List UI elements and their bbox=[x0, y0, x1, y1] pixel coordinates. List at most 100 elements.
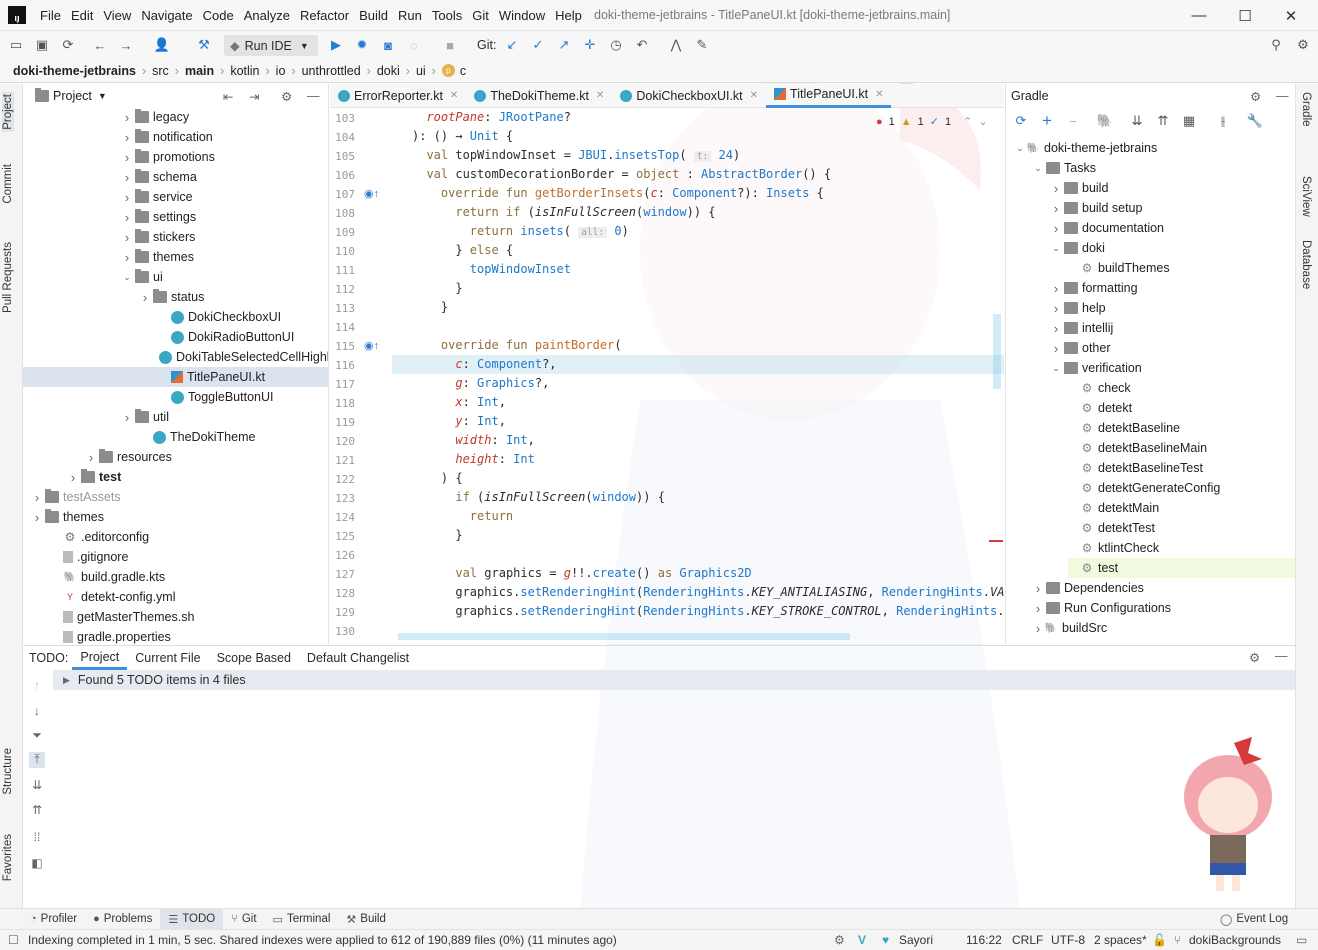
breadcrumb-item[interactable]: kotlin bbox=[230, 64, 259, 78]
menu-help[interactable]: Help bbox=[550, 0, 587, 31]
override-marker-icon[interactable]: ◉↑ bbox=[364, 339, 379, 352]
breadcrumb-item[interactable]: c bbox=[460, 64, 466, 78]
chevron-down-icon[interactable]: ⌄ bbox=[1050, 363, 1062, 374]
gradle-tree-item[interactable]: ⚙ detektBaselineMain bbox=[1068, 438, 1208, 458]
menu-view[interactable]: View bbox=[98, 0, 136, 31]
toggle-offline-icon[interactable]: ⫲ bbox=[1214, 112, 1232, 130]
minimize-icon[interactable]: — bbox=[1176, 0, 1222, 31]
project-tree-item[interactable]: ⚙ .editorconfig bbox=[23, 527, 328, 547]
theme-name[interactable]: Sayori bbox=[899, 933, 933, 947]
group-tasks-icon[interactable]: ▦ bbox=[1180, 112, 1198, 130]
todo-tab[interactable]: Scope Based bbox=[209, 646, 299, 670]
gradle-tree-item[interactable]: ⌄ 🐘 doki-theme-jetbrains bbox=[1014, 138, 1157, 158]
scrollbar-vertical[interactable] bbox=[993, 314, 1001, 389]
close-tab-icon[interactable]: ✕ bbox=[875, 89, 883, 100]
chevron-right-icon[interactable]: › bbox=[1050, 341, 1062, 356]
chevron-right-icon[interactable]: › bbox=[31, 510, 43, 525]
coverage-icon[interactable]: ◙ bbox=[378, 35, 398, 55]
chevron-down-icon[interactable]: ⌄ bbox=[1014, 143, 1026, 154]
gear-icon[interactable]: ⚙ bbox=[1250, 89, 1261, 104]
breadcrumb-item[interactable]: doki-theme-jetbrains bbox=[13, 64, 136, 78]
project-tree-item[interactable]: Ydetekt-config.yml bbox=[23, 587, 328, 607]
project-tree-item[interactable]: › stickers bbox=[23, 227, 328, 247]
project-tree-item[interactable]: › settings bbox=[23, 207, 328, 227]
event-log-button[interactable]: ◯ Event Log bbox=[1212, 909, 1296, 930]
chevron-right-icon[interactable]: › bbox=[1050, 281, 1062, 296]
tab-pull-requests[interactable]: Pull Requests bbox=[2, 242, 14, 313]
chevron-down-icon[interactable]: ⌄ bbox=[121, 272, 133, 283]
settings-gear-icon[interactable]: ⚙ bbox=[1293, 35, 1313, 55]
gear-icon[interactable]: ⚙ bbox=[281, 89, 292, 104]
close-tab-icon[interactable]: ✕ bbox=[750, 90, 758, 101]
chevron-right-icon[interactable]: › bbox=[1050, 201, 1062, 216]
project-tree-item[interactable]: › notification bbox=[23, 127, 328, 147]
hide-icon[interactable]: — bbox=[1275, 649, 1288, 663]
git-commit-icon[interactable]: ✓ bbox=[528, 35, 548, 55]
gradle-tree-item[interactable]: › Run Configurations bbox=[1032, 598, 1171, 618]
gradle-tree-item[interactable]: ⚙ buildThemes bbox=[1068, 258, 1170, 278]
gradle-tree-item[interactable]: ⚙ test bbox=[1068, 558, 1295, 578]
preview-icon[interactable]: ◧ bbox=[29, 856, 45, 872]
breadcrumb-item[interactable]: unthrottled bbox=[302, 64, 361, 78]
tab-structure[interactable]: Structure bbox=[2, 748, 14, 795]
save-icon[interactable]: ▣ bbox=[32, 35, 52, 55]
tool-window-button[interactable]: ● Problems bbox=[85, 909, 160, 930]
line-separator[interactable]: CRLF bbox=[1012, 933, 1043, 947]
menu-git[interactable]: Git bbox=[467, 0, 494, 31]
close-icon[interactable]: ✕ bbox=[1268, 0, 1314, 31]
gradle-tree-item[interactable]: ⚙ ktlintCheck bbox=[1068, 538, 1160, 558]
project-tree-item[interactable]: › testAssets bbox=[23, 487, 328, 507]
chevron-right-icon[interactable]: › bbox=[85, 450, 97, 465]
ant-icon[interactable]: ⋀ bbox=[666, 35, 686, 55]
chevron-down-icon[interactable]: ⌄ bbox=[1032, 163, 1044, 174]
override-marker-icon[interactable]: ◉↑ bbox=[364, 187, 379, 200]
menu-analyze[interactable]: Analyze bbox=[239, 0, 295, 31]
status-toggle-icon[interactable]: ☐ bbox=[8, 933, 19, 947]
todo-tab[interactable]: Current File bbox=[127, 646, 208, 670]
gradle-tree-item[interactable]: ⌄ verification bbox=[1050, 358, 1142, 378]
menu-code[interactable]: Code bbox=[198, 0, 239, 31]
collapse-all-icon[interactable]: ⇈ bbox=[1154, 112, 1172, 130]
project-tree-item[interactable]: › service bbox=[23, 187, 328, 207]
history-icon[interactable]: ◷ bbox=[606, 35, 626, 55]
project-tree-item[interactable]: › status bbox=[23, 287, 328, 307]
menu-file[interactable]: File bbox=[35, 0, 66, 31]
project-tree-item[interactable]: › promotions bbox=[23, 147, 328, 167]
chevron-down-icon[interactable]: ⌄ bbox=[1050, 243, 1062, 254]
project-tree-item[interactable]: gradle.properties bbox=[23, 627, 328, 644]
chevron-right-icon[interactable]: › bbox=[121, 150, 133, 165]
close-tab-icon[interactable]: ✕ bbox=[450, 90, 458, 101]
tab-commit[interactable]: Commit bbox=[2, 164, 14, 204]
expand-all-icon[interactable]: ⇥ bbox=[249, 89, 259, 104]
git-branch[interactable]: dokiBackgrounds bbox=[1189, 933, 1281, 947]
close-tab-icon[interactable]: ✕ bbox=[596, 90, 604, 101]
open-folder-icon[interactable]: ▭ bbox=[6, 35, 26, 55]
editor-tab[interactable]: ErrorReporter.kt ✕ bbox=[330, 84, 466, 108]
todo-result-row[interactable]: ▶ Found 5 TODO items in 4 files bbox=[53, 670, 1295, 690]
add-icon[interactable]: + bbox=[1038, 111, 1056, 130]
memory-indicator-icon[interactable]: ▭ bbox=[1296, 933, 1307, 947]
gradle-tree-item[interactable]: ⚙ check bbox=[1068, 378, 1131, 398]
gradle-tree-item[interactable]: › intellij bbox=[1050, 318, 1113, 338]
autoscroll-icon[interactable]: ⤒ bbox=[29, 752, 45, 768]
gradle-tree-item[interactable]: ⌄ Tasks bbox=[1032, 158, 1096, 178]
chevron-right-icon[interactable]: › bbox=[121, 410, 133, 425]
project-tree-item[interactable]: DokiCheckboxUI bbox=[23, 307, 328, 327]
caret-position[interactable]: 116:22 bbox=[966, 933, 1002, 947]
next-todo-icon[interactable]: ↓ bbox=[29, 704, 45, 720]
chevron-right-icon[interactable]: › bbox=[121, 210, 133, 225]
gradle-tree-item[interactable]: › documentation bbox=[1050, 218, 1164, 238]
chevron-right-icon[interactable]: › bbox=[1050, 181, 1062, 196]
project-panel-title[interactable]: Project bbox=[53, 89, 92, 103]
tool-window-button[interactable]: ▭ Terminal bbox=[265, 909, 339, 930]
tab-gradle[interactable]: Gradle bbox=[1300, 92, 1312, 127]
project-tree-item[interactable]: .gitignore bbox=[23, 547, 328, 567]
gradle-tree-item[interactable]: › help bbox=[1050, 298, 1106, 318]
tool-window-button[interactable]: ⑂ Git bbox=[223, 909, 264, 930]
back-icon[interactable]: ← bbox=[90, 35, 110, 55]
theme-logo-icon[interactable]: V bbox=[858, 933, 866, 947]
hide-icon[interactable]: — bbox=[1276, 89, 1289, 103]
tool-window-button[interactable]: ◔ Profiler bbox=[22, 909, 85, 930]
gradle-tree-item[interactable]: › formatting bbox=[1050, 278, 1138, 298]
user-icon[interactable]: 👤 bbox=[152, 35, 172, 55]
